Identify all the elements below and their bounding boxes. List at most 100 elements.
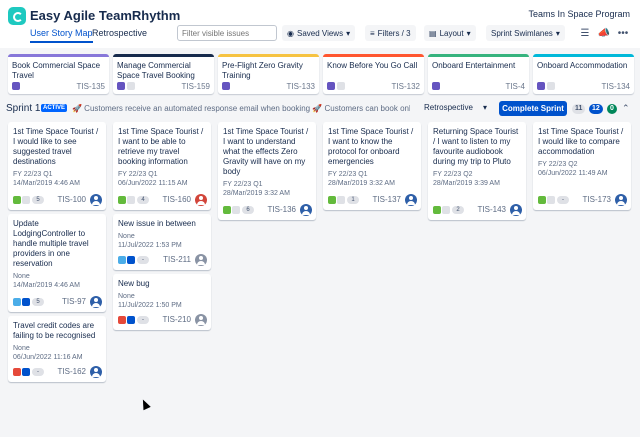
- card-title: 1st Time Space Tourist / I would like to…: [13, 127, 99, 166]
- assignee-avatar[interactable]: [300, 204, 312, 216]
- announcement-icon[interactable]: 📣: [596, 25, 612, 41]
- estimate-badge[interactable]: -: [557, 196, 569, 204]
- assignee-avatar[interactable]: [195, 194, 207, 206]
- issue-key[interactable]: TIS-97: [62, 297, 86, 306]
- filters-label: Filters / 3: [377, 28, 411, 38]
- estimate-badge[interactable]: -: [32, 368, 44, 376]
- estimate-badge[interactable]: 6: [242, 206, 254, 214]
- card-footer: 1 TIS-137: [328, 194, 417, 206]
- layout-label: Layout: [439, 28, 464, 38]
- assignee-avatar[interactable]: [510, 204, 522, 216]
- swimlanes-button[interactable]: Sprint Swimlanes ▾: [486, 25, 565, 41]
- card-date: 28/Mar/2019 3:39 AM: [433, 180, 500, 187]
- issue-card[interactable]: 1st Time Space Tourist / I would like to…: [8, 122, 106, 210]
- assignee-avatar[interactable]: [405, 194, 417, 206]
- issue-key[interactable]: TIS-162: [58, 367, 86, 376]
- issue-key[interactable]: TIS-137: [373, 195, 401, 204]
- epic-card[interactable]: Book Commercial Space Travel TIS-135: [8, 54, 109, 94]
- card-title: 1st Time Space Tourist / I want to know …: [328, 127, 414, 166]
- card-footer: - TIS-162: [13, 366, 102, 378]
- tab-retrospective[interactable]: Retrospective: [92, 28, 147, 41]
- epic-title: Manage Commercial Space Travel Booking: [117, 61, 195, 80]
- assignee-avatar[interactable]: [90, 194, 102, 206]
- priority-icon: [22, 368, 30, 376]
- epic-key: TIS-4: [505, 82, 525, 91]
- epic-card[interactable]: Onboard Entertainment TIS-4: [428, 54, 529, 94]
- filters-button[interactable]: ≡ Filters / 3: [365, 25, 416, 41]
- sprint-name[interactable]: Sprint 1: [6, 103, 40, 114]
- chevron-down-icon: ▾: [346, 28, 351, 38]
- epic-card[interactable]: Onboard Accommodation TIS-134: [533, 54, 634, 94]
- epic-title: Pre-Flight Zero Gravity Training: [222, 61, 303, 80]
- layout-button[interactable]: ▤ Layout ▾: [424, 25, 476, 41]
- card-date: 11/Jul/2022 1:53 PM: [118, 242, 182, 249]
- issue-card[interactable]: 1st Time Space Tourist / I want to under…: [218, 122, 316, 220]
- epic-icon: [537, 82, 545, 90]
- priority-icon: [232, 206, 240, 214]
- collapse-icon[interactable]: ⌃: [622, 103, 630, 114]
- tab-user-story-map[interactable]: User Story Map: [30, 28, 93, 43]
- issue-card[interactable]: New bug None 11/Jul/2022 1:50 PM - TIS-2…: [113, 274, 211, 330]
- layout-icon: ▤: [429, 28, 437, 38]
- assignee-avatar[interactable]: [195, 314, 207, 326]
- mouse-cursor-icon: [139, 397, 151, 411]
- complete-sprint-button[interactable]: Complete Sprint: [499, 101, 567, 116]
- priority-icon: [337, 196, 345, 204]
- issue-key[interactable]: TIS-211: [163, 255, 191, 264]
- card-version: FY 22/23 Q2: [433, 171, 473, 178]
- epic-card[interactable]: Manage Commercial Space Travel Booking T…: [113, 54, 214, 94]
- estimate-badge[interactable]: 5: [32, 196, 44, 204]
- epic-icon: [432, 82, 440, 90]
- issue-card[interactable]: New issue in between None 11/Jul/2022 1:…: [113, 214, 211, 270]
- bug-type-icon: [118, 316, 126, 324]
- issue-key[interactable]: TIS-143: [478, 205, 506, 214]
- card-version: None: [13, 273, 30, 280]
- backlog-icon[interactable]: ☰: [577, 25, 593, 41]
- story-type-icon: [223, 206, 231, 214]
- issue-card[interactable]: Travel credit codes are failing to be re…: [8, 316, 106, 382]
- issue-key[interactable]: TIS-100: [58, 195, 86, 204]
- card-date: 06/Jun/2022 11:15 AM: [118, 180, 188, 187]
- issue-card[interactable]: 1st Time Space Tourist / I want to know …: [323, 122, 421, 210]
- epic-card[interactable]: Know Before You Go Call TIS-132: [323, 54, 424, 94]
- card-title: New bug: [118, 279, 150, 288]
- assignee-avatar[interactable]: [195, 254, 207, 266]
- assignee-avatar[interactable]: [90, 296, 102, 308]
- top-bar: Easy Agile TeamRhythm Teams In Space Pro…: [0, 0, 640, 48]
- card-date: 06/Jun/2022 11:49 AM: [538, 170, 608, 177]
- issue-card[interactable]: Returning Space Tourist / I want to list…: [428, 122, 526, 220]
- task-type-icon: [13, 298, 21, 306]
- estimate-badge[interactable]: -: [137, 256, 149, 264]
- card-version: None: [13, 345, 30, 352]
- saved-views-label: Saved Views: [296, 28, 344, 38]
- epic-card[interactable]: Pre-Flight Zero Gravity Training TIS-133: [218, 54, 319, 94]
- epic-title: Onboard Entertainment: [432, 61, 516, 70]
- saved-views-button[interactable]: ◉ Saved Views ▾: [282, 25, 356, 41]
- estimate-badge[interactable]: 2: [452, 206, 464, 214]
- issue-key[interactable]: TIS-160: [163, 195, 191, 204]
- retrospective-select-label: Retrospective: [424, 103, 473, 112]
- estimate-badge[interactable]: -: [137, 316, 149, 324]
- story-type-icon: [118, 196, 126, 204]
- issue-card[interactable]: Update LodgingController to handle multi…: [8, 214, 106, 312]
- estimate-badge[interactable]: 1: [347, 196, 359, 204]
- more-icon[interactable]: •••: [615, 25, 631, 41]
- assignee-avatar[interactable]: [90, 366, 102, 378]
- project-name[interactable]: Teams In Space Program: [528, 9, 630, 19]
- issue-key[interactable]: TIS-173: [583, 195, 611, 204]
- card-title: Returning Space Tourist / I want to list…: [433, 127, 519, 166]
- estimate-badge[interactable]: 5: [32, 298, 44, 306]
- card-footer: - TIS-210: [118, 314, 207, 326]
- priority-icon: [547, 196, 555, 204]
- assignee-avatar[interactable]: [615, 194, 627, 206]
- issue-card[interactable]: 1st Time Space Tourist / I want to be ab…: [113, 122, 211, 210]
- count-todo-badge: 11: [572, 104, 586, 114]
- retrospective-select[interactable]: Retrospective ▾: [420, 101, 492, 116]
- issue-key[interactable]: TIS-210: [163, 315, 191, 324]
- chevron-down-icon: ▾: [466, 28, 471, 38]
- card-version: FY 22/23 Q2: [538, 161, 578, 168]
- issue-card[interactable]: 1st Time Space Tourist / I would like to…: [533, 122, 631, 210]
- estimate-badge[interactable]: 4: [137, 196, 149, 204]
- filter-input[interactable]: [177, 25, 277, 41]
- issue-key[interactable]: TIS-136: [268, 205, 296, 214]
